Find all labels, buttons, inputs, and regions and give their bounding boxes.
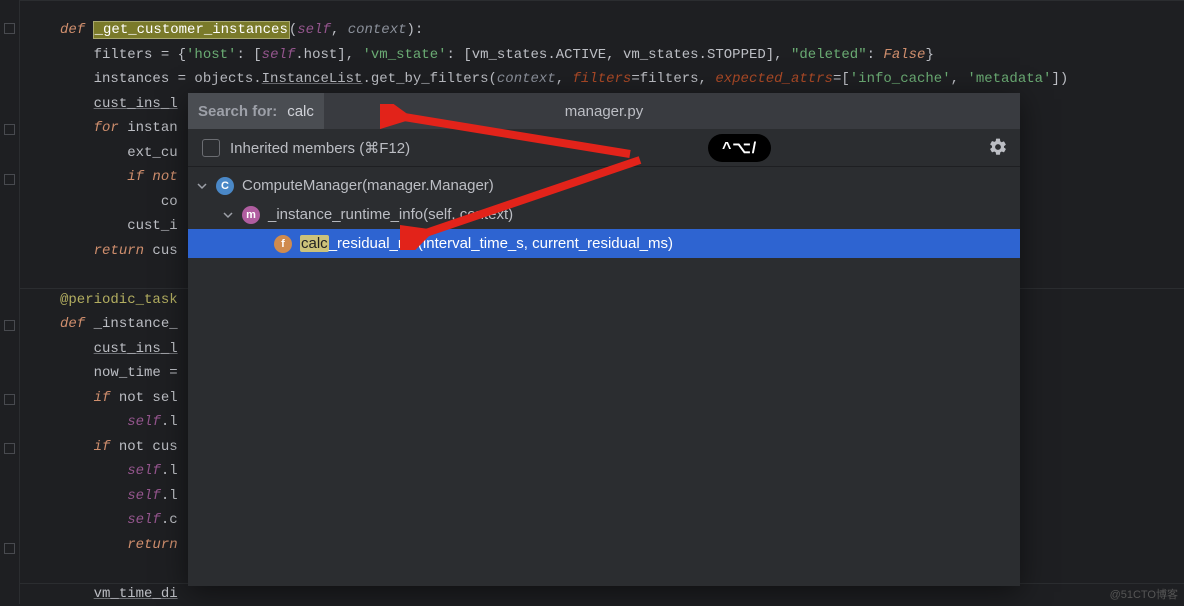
tree-row-function-selected[interactable]: f calc_residual_ms(interval_time_s, curr… <box>188 229 1020 258</box>
function-name-highlight: _get_customer_instances <box>94 22 289 38</box>
chevron-down-icon <box>222 209 234 221</box>
popup-header: Search for: calc manager.py <box>188 93 1020 129</box>
def-keyword: def <box>60 22 85 38</box>
method-name: _instance_runtime_info(self, context) <box>268 206 513 223</box>
method-icon: m <box>242 206 260 224</box>
search-label: Search for: <box>198 103 277 120</box>
popup-title: manager.py <box>565 103 643 120</box>
popup-toolbar: Inherited members (⌘F12) ^⌥/ <box>188 129 1020 167</box>
search-term: calc <box>287 103 314 120</box>
structure-tree[interactable]: C ComputeManager(manager.Manager) m _ins… <box>188 167 1020 258</box>
function-name: calc_residual_ms(interval_time_s, curren… <box>300 235 673 252</box>
file-structure-popup[interactable]: Search for: calc manager.py Inherited me… <box>188 93 1020 586</box>
tree-row-class[interactable]: C ComputeManager(manager.Manager) <box>188 171 1020 200</box>
function-icon: f <box>274 235 292 253</box>
inherited-label: Inherited members (⌘F12) <box>230 139 410 157</box>
class-icon: C <box>216 177 234 195</box>
class-name: ComputeManager(manager.Manager) <box>242 177 494 194</box>
search-box[interactable]: Search for: calc <box>188 93 324 129</box>
shortcut-pill: ^⌥/ <box>708 134 771 162</box>
watermark: @51CTO博客 <box>1110 586 1178 602</box>
gear-icon[interactable] <box>988 137 1008 157</box>
inherited-checkbox[interactable] <box>202 139 220 157</box>
tree-row-method[interactable]: m _instance_runtime_info(self, context) <box>188 200 1020 229</box>
chevron-down-icon <box>196 180 208 192</box>
